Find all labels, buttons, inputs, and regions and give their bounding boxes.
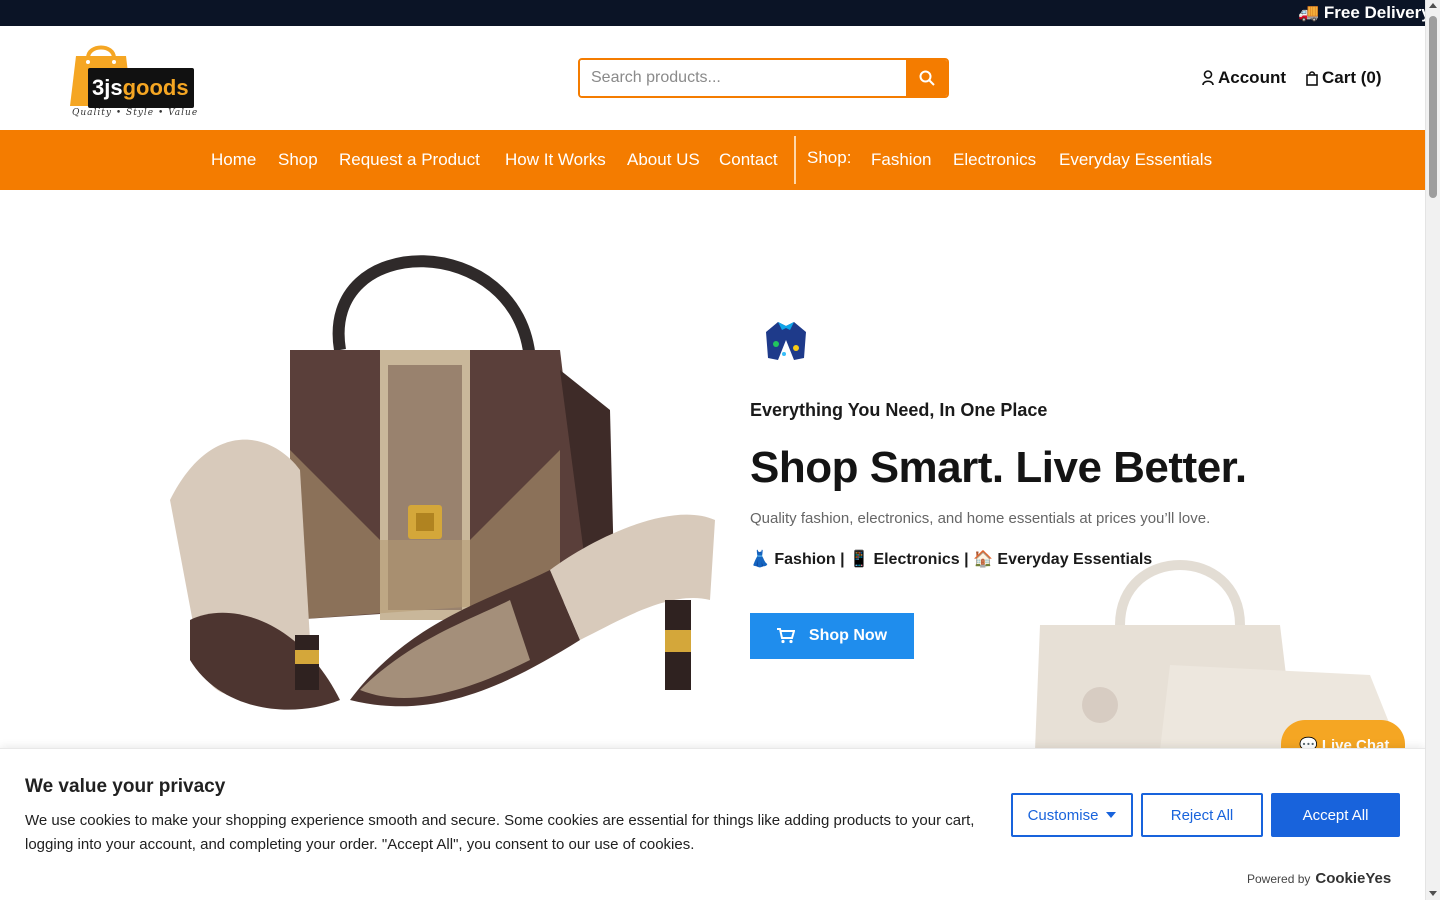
account-link[interactable]: Account [1202,68,1286,88]
page-scrollbar[interactable] [1425,0,1440,900]
site-logo[interactable]: 3jsgoods Quality • Style • Value [68,40,198,120]
cart-icon [776,628,795,644]
shop-now-button[interactable]: Shop Now [750,613,914,659]
nav-item-home[interactable]: Home [211,150,256,170]
logo-wordmark-part2: goods [122,75,189,100]
cart-link[interactable]: Cart (0) [1306,68,1382,88]
customise-button[interactable]: Customise [1011,793,1133,837]
reject-all-button[interactable]: Reject All [1141,793,1263,837]
powered-by-label: Powered by [1247,871,1311,886]
nav-category-everyday-essentials[interactable]: Everyday Essentials [1059,150,1212,170]
shop-now-label: Shop Now [808,627,888,644]
search-button[interactable] [906,60,947,96]
user-icon [1202,70,1214,86]
nav-item-shop[interactable]: Shop [278,150,318,170]
hero-eyebrow: Everything You Need, In One Place [750,400,1048,420]
logo-wordmark: 3jsgoods [88,68,194,108]
nav-category-fashion[interactable]: Fashion [871,150,931,170]
announcement-bar: 🚚 Free Delivery C [0,0,1425,26]
scroll-up-icon[interactable] [1429,3,1437,8]
site-header: 3jsgoods Quality • Style • Value Account… [0,26,1425,130]
scrollbar-thumb[interactable] [1429,16,1437,198]
caret-down-icon [1106,812,1117,818]
search-icon [919,70,935,86]
nav-item-about-us[interactable]: About US [627,150,700,170]
customise-label: Customise [1027,806,1099,824]
nav-divider [794,136,796,184]
nav-category-electronics[interactable]: Electronics [953,150,1036,170]
account-label: Account [1218,68,1286,87]
nav-item-how-it-works[interactable]: How It Works [505,150,606,170]
scroll-down-icon[interactable] [1429,891,1437,896]
cookie-description: We use cookies to make your shopping exp… [25,812,975,853]
hero-product-image [170,255,715,710]
cookieyes-logo[interactable]: CookieYes [1315,870,1391,887]
nav-item-contact[interactable]: Contact [719,150,778,170]
nav-item-request-product[interactable]: Request a Product [339,150,480,170]
cookie-consent-banner: We value your privacy We use cookies to … [0,748,1425,900]
cart-icon [1306,71,1318,86]
announcement-text: 🚚 Free Delivery C [1298,3,1425,22]
logo-wordmark-part1: 3js [92,75,123,100]
cart-label: Cart (0) [1322,68,1382,87]
nav-shop-label: Shop: [807,148,852,167]
hero-subtext: Quality fashion, electronics, and home e… [750,510,1211,527]
powered-by: Powered by CookieYes [1247,870,1391,887]
search-box [578,58,949,98]
cookie-title: We value your privacy [25,776,226,797]
logo-tagline: Quality • Style • Value [72,108,199,118]
jacket-icon [766,322,806,360]
hero-headline: Shop Smart. Live Better. [750,443,1247,492]
accept-all-button[interactable]: Accept All [1271,793,1400,837]
main-nav: Home Shop Request a Product How It Works… [0,130,1425,190]
search-input[interactable] [580,60,908,96]
